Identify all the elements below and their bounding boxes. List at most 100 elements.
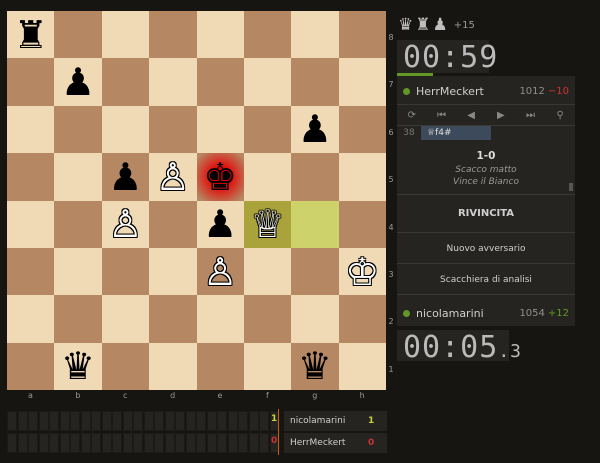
square-g6[interactable]: ♟ [291, 105, 339, 154]
last-move-icon[interactable]: ⏭ [519, 110, 541, 121]
square-a8[interactable]: ♜ [7, 11, 55, 59]
square-e5[interactable]: ♚ [196, 153, 244, 201]
crosstable-cell [80, 433, 91, 453]
square-b7[interactable]: ♟ [54, 58, 102, 106]
square-f3[interactable] [243, 247, 292, 296]
self-player-row[interactable]: nicolamarini 1054 +12 [397, 300, 575, 326]
crosstable-cell [175, 433, 185, 453]
square-a2[interactable] [7, 295, 55, 343]
square-e7[interactable] [196, 58, 244, 106]
square-h3[interactable]: ♔ [338, 247, 386, 296]
square-b8[interactable] [54, 11, 102, 59]
square-a1[interactable] [7, 342, 55, 390]
square-d4[interactable] [149, 200, 197, 248]
square-e8[interactable] [196, 11, 244, 59]
black-queen-icon[interactable]: ♛ [54, 343, 101, 390]
analysis-board-button[interactable]: Scacchiera di analisi [397, 265, 575, 295]
square-e1[interactable] [196, 342, 244, 390]
self-name[interactable]: nicolamarini [416, 307, 484, 320]
analysis-menu-icon[interactable]: ⚲ [549, 110, 571, 121]
crosstable-player-name[interactable]: HerrMeckert [290, 438, 345, 448]
square-f6[interactable] [243, 105, 292, 154]
square-c2[interactable] [101, 295, 150, 343]
black-pawn-icon[interactable]: ♟ [102, 153, 149, 200]
square-c7[interactable] [101, 58, 150, 106]
square-a3[interactable] [7, 247, 55, 296]
square-h5[interactable] [338, 153, 386, 201]
square-f4[interactable]: ♕ [243, 200, 292, 248]
square-a7[interactable] [7, 58, 55, 106]
move-entry[interactable]: ♕f4# [421, 126, 491, 140]
square-b3[interactable] [54, 247, 102, 296]
square-b6[interactable] [54, 105, 102, 154]
flip-board-icon[interactable]: ⟳ [401, 110, 423, 121]
game-panel: HerrMeckert 1012 −10 ⟳ ⏮ ◀ ▶ ⏭ ⚲ 38 ♕f4#… [397, 76, 575, 326]
square-a4[interactable] [7, 200, 55, 248]
square-g5[interactable] [291, 153, 339, 201]
square-d8[interactable] [149, 11, 197, 59]
square-g2[interactable] [291, 295, 339, 343]
opponent-name[interactable]: HerrMeckert [416, 85, 484, 98]
square-h6[interactable] [338, 105, 386, 154]
square-d5[interactable]: ♙ [149, 153, 197, 201]
crosstable-player-name[interactable]: nicolamarini [290, 416, 345, 426]
square-g3[interactable] [291, 247, 339, 296]
square-f7[interactable] [243, 58, 292, 106]
rematch-button[interactable]: RIVINCITA [397, 195, 575, 233]
white-pawn-icon[interactable]: ♙ [197, 248, 244, 295]
square-d2[interactable] [149, 295, 197, 343]
square-b2[interactable] [54, 295, 102, 343]
previous-move-icon[interactable]: ◀ [460, 110, 482, 121]
square-g1[interactable]: ♛ [291, 342, 339, 390]
square-c4[interactable]: ♙ [101, 200, 150, 248]
square-c3[interactable] [101, 247, 150, 296]
square-e6[interactable] [196, 105, 244, 154]
square-g8[interactable] [291, 11, 339, 59]
first-move-icon[interactable]: ⏮ [430, 110, 452, 121]
square-b1[interactable]: ♛ [54, 342, 102, 390]
square-e4[interactable]: ♟ [196, 200, 244, 248]
opponent-player-row[interactable]: HerrMeckert 1012 −10 [397, 78, 575, 104]
square-a6[interactable] [7, 105, 55, 154]
square-c6[interactable] [101, 105, 150, 154]
square-c5[interactable]: ♟ [101, 153, 150, 201]
square-d3[interactable] [149, 247, 197, 296]
square-g7[interactable] [291, 58, 339, 106]
black-rook-icon[interactable]: ♜ [7, 11, 54, 58]
black-king-icon[interactable]: ♚ [197, 153, 244, 200]
square-h2[interactable] [338, 295, 386, 343]
square-h4[interactable] [338, 200, 386, 248]
black-pawn-icon[interactable]: ♟ [291, 106, 338, 153]
white-pawn-icon[interactable]: ♙ [102, 201, 149, 248]
chess-board[interactable]: ♜ ♟ ♟ ♟ ♙ ♚ ♙ ♟ ♕ ♙ ♔ ♛ ♛ [7, 11, 386, 390]
square-d6[interactable] [149, 105, 197, 154]
square-d1[interactable] [149, 342, 197, 390]
crosstable-row[interactable]: HerrMeckert 0 [284, 433, 387, 453]
square-d7[interactable] [149, 58, 197, 106]
square-f1[interactable] [243, 342, 292, 390]
square-f8[interactable] [243, 11, 292, 59]
square-f5[interactable] [243, 153, 292, 201]
square-e3[interactable]: ♙ [196, 247, 244, 296]
new-opponent-button[interactable]: Nuovo avversario [397, 234, 575, 264]
square-h1[interactable] [338, 342, 386, 390]
black-queen-icon[interactable]: ♛ [291, 343, 338, 390]
white-king-icon[interactable]: ♔ [339, 248, 386, 295]
scrollbar[interactable] [569, 183, 573, 191]
square-h7[interactable] [338, 58, 386, 106]
square-f2[interactable] [243, 295, 292, 343]
square-c8[interactable] [101, 11, 150, 59]
square-b4[interactable] [54, 200, 102, 248]
white-pawn-icon[interactable]: ♙ [149, 153, 196, 200]
square-c1[interactable] [101, 342, 150, 390]
square-h8[interactable] [338, 11, 386, 59]
next-move-icon[interactable]: ▶ [490, 110, 512, 121]
square-a5[interactable] [7, 153, 55, 201]
square-g4[interactable] [291, 200, 339, 248]
square-e2[interactable] [196, 295, 244, 343]
crosstable-row[interactable]: nicolamarini 1 [284, 411, 387, 431]
black-pawn-icon[interactable]: ♟ [54, 58, 101, 105]
black-pawn-icon[interactable]: ♟ [197, 201, 244, 248]
white-queen-icon[interactable]: ♕ [244, 201, 291, 248]
square-b5[interactable] [54, 153, 102, 201]
